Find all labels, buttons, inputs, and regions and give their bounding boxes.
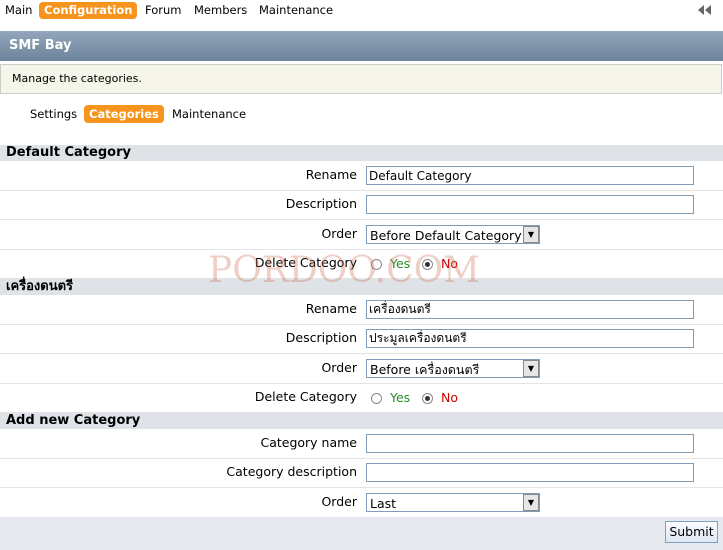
delete-label: Delete Category [254,389,357,404]
dropdown-arrow-icon[interactable]: ▼ [523,226,539,243]
subtab-categories[interactable]: Categories [84,105,164,123]
info-box: Manage the categories. [0,64,722,94]
info-text: Manage the categories. [12,72,142,85]
category-name-input[interactable] [366,434,694,453]
description-row: Description [0,190,723,220]
category-name-label: Category name [260,435,357,450]
new-order-row: Order Last ▼ [0,488,723,518]
new-order-select[interactable]: Last ▼ [366,493,540,512]
category-description-row: Category description [0,458,723,488]
no-label: No [441,256,458,271]
order-row: Order Before Default Category ▼ [0,220,723,250]
delete-label: Delete Category [254,255,357,270]
description-input[interactable] [366,195,694,214]
description-input[interactable] [366,329,694,348]
dropdown-arrow-icon[interactable]: ▼ [523,360,539,377]
delete-row: Delete Category Yes No [0,249,723,279]
description-label: Description [285,196,357,211]
delete-row: Delete Category Yes No [0,383,723,413]
category-description-label: Category description [226,464,357,479]
submit-button[interactable]: Submit [665,521,718,543]
description-row: Description [0,324,723,354]
delete-no-radio[interactable] [422,259,433,270]
section-header-add-new: Add new Category [0,413,723,429]
tab-members[interactable]: Members [194,2,247,19]
order-value: Before Default Category [370,228,522,243]
order-select[interactable]: Before Default Category ▼ [366,225,540,244]
delete-yes-radio[interactable] [371,259,382,270]
order-label: Order [321,360,357,375]
no-label: No [441,390,458,405]
order-select[interactable]: Before เครื่องดนตรี ▼ [366,359,540,378]
category-name-row: Category name [0,429,723,459]
page-title: SMF Bay [9,38,72,53]
title-bar: SMF Bay [0,31,723,61]
order-value: Last [370,496,397,511]
rename-row: Rename [0,295,723,325]
section-title: เครื่องดนตรี [6,279,74,294]
yes-label: Yes [390,390,411,405]
delete-yes-radio[interactable] [371,393,382,404]
rename-label: Rename [305,167,357,182]
order-label: Order [321,226,357,241]
order-row: Order Before เครื่องดนตรี ▼ [0,354,723,384]
subtab-maintenance[interactable]: Maintenance [172,105,246,123]
dropdown-arrow-icon[interactable]: ▼ [523,494,539,511]
rename-input[interactable] [366,166,694,185]
top-navigation: Main Configuration Forum Members Mainten… [0,0,723,22]
tab-maintenance[interactable]: Maintenance [259,2,333,19]
subtab-settings[interactable]: Settings [30,105,77,123]
category-description-input[interactable] [366,463,694,482]
yes-label: Yes [390,256,411,271]
section-title: Default Category [6,145,131,160]
tab-configuration[interactable]: Configuration [39,2,138,19]
tab-forum[interactable]: Forum [145,2,181,19]
double-arrow-left-icon[interactable] [697,4,713,16]
form-footer: Submit [0,517,723,550]
rename-row: Rename [0,161,723,191]
order-value: Before เครื่องดนตรี [370,362,480,377]
section-title: Add new Category [6,413,141,428]
description-label: Description [285,330,357,345]
rename-input[interactable] [366,300,694,319]
section-header-default-category: Default Category [0,145,723,161]
section-header-category-2: เครื่องดนตรี [0,279,723,295]
delete-no-radio[interactable] [422,393,433,404]
tab-main[interactable]: Main [5,2,32,19]
rename-label: Rename [305,301,357,316]
order-label: Order [321,494,357,509]
